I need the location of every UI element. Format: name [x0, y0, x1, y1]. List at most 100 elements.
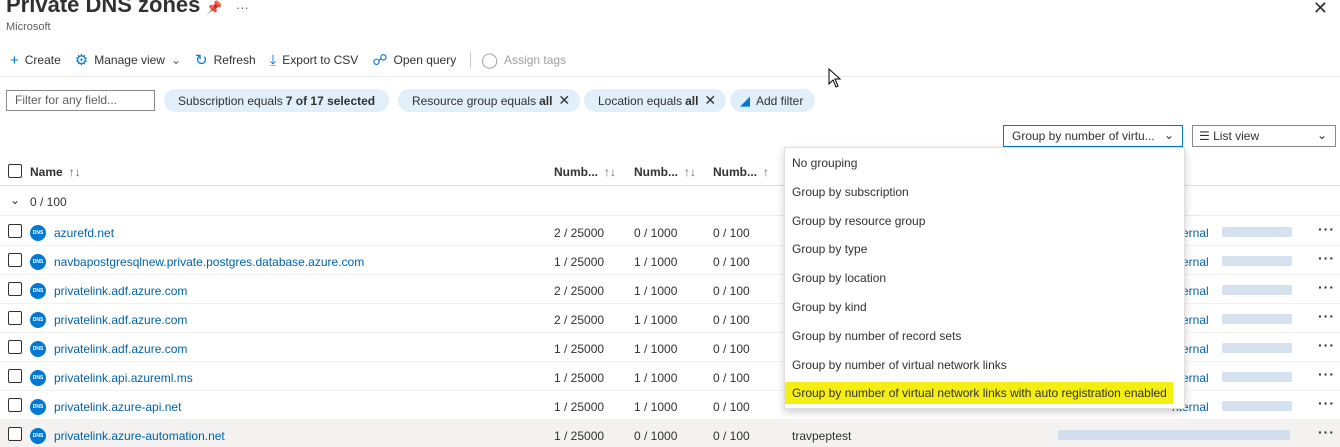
- redacted-text: [1222, 401, 1292, 411]
- record-sets-cell: 1 / 25000: [554, 342, 605, 356]
- column-header-auto-reg-links[interactable]: Numb... ↑: [713, 165, 769, 179]
- zone-name-link[interactable]: azurefd.net: [54, 226, 114, 240]
- zone-name-link[interactable]: privatelink.azure-api.net: [54, 400, 181, 414]
- view-selected: List view: [1213, 129, 1260, 143]
- group-by-option[interactable]: Group by number of record sets: [785, 321, 1184, 349]
- add-filter-button[interactable]: ◢ Add filter: [730, 89, 816, 112]
- redacted-text: [1222, 343, 1292, 353]
- zone-name-link[interactable]: privatelink.api.azureml.ms: [54, 371, 193, 385]
- row-checkbox[interactable]: [8, 224, 22, 238]
- group-by-option-label: Group by type: [792, 242, 868, 256]
- create-button[interactable]: + Create: [10, 53, 61, 68]
- manage-view-label: Manage view: [94, 53, 165, 67]
- group-by-option-label: Group by location: [792, 271, 887, 285]
- resource-group-filter-pill[interactable]: Resource group equals all ✕: [398, 89, 581, 112]
- redacted-text: [1058, 430, 1290, 440]
- row-checkbox[interactable]: [8, 398, 22, 412]
- more-actions-icon[interactable]: ···: [1318, 279, 1335, 295]
- subscription-filter-value: 7 of 17 selected: [285, 93, 376, 108]
- row-checkbox[interactable]: [8, 340, 22, 354]
- group-by-option[interactable]: Group by resource group: [785, 206, 1184, 234]
- create-label: Create: [24, 53, 61, 67]
- redacted-text: [1222, 314, 1292, 324]
- close-icon[interactable]: ✕: [1313, 0, 1328, 19]
- record-sets-cell: 2 / 25000: [554, 313, 605, 327]
- record-sets-cell: 1 / 25000: [554, 400, 605, 414]
- redacted-text: [1222, 227, 1292, 237]
- group-by-option[interactable]: Group by kind: [785, 292, 1184, 320]
- sort-icon: ↑↓: [604, 165, 616, 179]
- location-filter-value: all: [685, 93, 699, 108]
- refresh-button[interactable]: ↻ Refresh: [195, 53, 256, 68]
- redacted-text: [1222, 256, 1292, 266]
- column-name-label: Name: [30, 165, 63, 179]
- zone-name-link[interactable]: privatelink.adf.azure.com: [54, 313, 187, 327]
- vnet-links-cell: 1 / 1000: [634, 342, 678, 356]
- column-header-vnet-links[interactable]: Numb... ↑↓: [634, 165, 696, 179]
- zone-name-link[interactable]: navbapostgresqlnew.private.postgres.data…: [54, 255, 364, 269]
- more-actions-icon[interactable]: ···: [1318, 308, 1335, 324]
- row-checkbox[interactable]: [8, 282, 22, 296]
- remove-filter-icon[interactable]: ✕: [704, 92, 716, 109]
- export-csv-button[interactable]: ⤓ Export to CSV: [270, 53, 359, 68]
- remove-filter-icon[interactable]: ✕: [558, 92, 570, 109]
- assign-tags-button[interactable]: ◯ Assign tags: [481, 53, 566, 68]
- open-query-label: Open query: [393, 53, 457, 67]
- more-icon[interactable]: ···: [236, 0, 249, 15]
- chevron-down-icon[interactable]: ⌄: [10, 193, 20, 207]
- more-actions-icon[interactable]: ···: [1318, 250, 1335, 266]
- toolbar-divider-line: [0, 76, 1340, 77]
- vnet-links-cell: 1 / 1000: [634, 400, 678, 414]
- more-actions-icon[interactable]: ···: [1318, 337, 1335, 353]
- vnet-links-cell: 0 / 1000: [634, 429, 678, 443]
- select-all-checkbox[interactable]: [8, 164, 22, 178]
- zone-name-link[interactable]: privatelink.adf.azure.com: [54, 284, 187, 298]
- pin-icon[interactable]: 📌: [206, 0, 222, 15]
- group-by-option[interactable]: Group by number of virtual network links…: [785, 378, 1184, 406]
- dns-zone-icon: DNS: [30, 428, 46, 444]
- group-by-option[interactable]: No grouping: [785, 148, 1184, 176]
- more-actions-icon[interactable]: ···: [1318, 395, 1335, 411]
- vnet-links-cell: 1 / 1000: [634, 371, 678, 385]
- page-subtitle: Microsoft: [6, 21, 51, 33]
- more-actions-icon[interactable]: ···: [1318, 221, 1335, 237]
- auto-reg-links-cell: 0 / 100: [713, 342, 750, 356]
- view-dropdown[interactable]: ☰ List view ⌄: [1192, 125, 1336, 147]
- auto-reg-links-cell: 0 / 100: [713, 400, 750, 414]
- group-by-option[interactable]: Group by location: [785, 263, 1184, 291]
- group-by-dropdown[interactable]: Group by number of virtu... ⌄: [1003, 125, 1183, 147]
- group-by-option[interactable]: Group by subscription: [785, 177, 1184, 205]
- open-query-button[interactable]: ☍ Open query: [372, 53, 456, 68]
- row-checkbox[interactable]: [8, 427, 22, 441]
- filter-input[interactable]: Filter for any field...: [6, 90, 155, 111]
- zone-name-link[interactable]: privatelink.adf.azure.com: [54, 342, 187, 356]
- row-checkbox[interactable]: [8, 311, 22, 325]
- auto-reg-links-cell: 0 / 100: [713, 226, 750, 240]
- subscription-filter-pill[interactable]: Subscription equals 7 of 17 selected: [164, 89, 390, 112]
- manage-view-button[interactable]: ⚙ Manage view ⌄: [75, 53, 181, 68]
- title-actions: 📌 ···: [206, 0, 259, 16]
- group-by-option-label: Group by number of virtual network links…: [785, 382, 1173, 404]
- zone-name-link[interactable]: privatelink.azure-automation.net: [54, 429, 225, 443]
- resource-group-link[interactable]: travpeptest: [792, 429, 851, 443]
- table-row[interactable]: DNS privatelink.azure-automation.net 1 / 2…: [0, 420, 1340, 447]
- mouse-cursor-icon: [828, 68, 842, 88]
- row-checkbox[interactable]: [8, 369, 22, 383]
- sort-icon: ↑↓: [68, 165, 81, 179]
- dns-zone-icon: DNS: [30, 225, 46, 241]
- column-header-record-sets[interactable]: Numb... ↑↓: [554, 165, 616, 179]
- row-checkbox[interactable]: [8, 253, 22, 267]
- group-label: 0 / 100: [30, 195, 67, 209]
- add-filter-label: Add filter: [756, 93, 804, 108]
- column-header-name[interactable]: Name ↑↓: [30, 165, 81, 179]
- redacted-text: [1222, 372, 1292, 382]
- location-filter-pill[interactable]: Location equals all ✕: [584, 89, 727, 112]
- page-title: Private DNS zones: [6, 0, 201, 17]
- more-actions-icon[interactable]: ···: [1318, 424, 1335, 440]
- group-by-option[interactable]: Group by type: [785, 234, 1184, 262]
- column-num3-label: Numb...: [713, 165, 757, 179]
- group-by-option[interactable]: Group by number of virtual network links: [785, 350, 1184, 378]
- record-sets-cell: 1 / 25000: [554, 429, 605, 443]
- auto-reg-links-cell: 0 / 100: [713, 255, 750, 269]
- more-actions-icon[interactable]: ···: [1318, 366, 1335, 382]
